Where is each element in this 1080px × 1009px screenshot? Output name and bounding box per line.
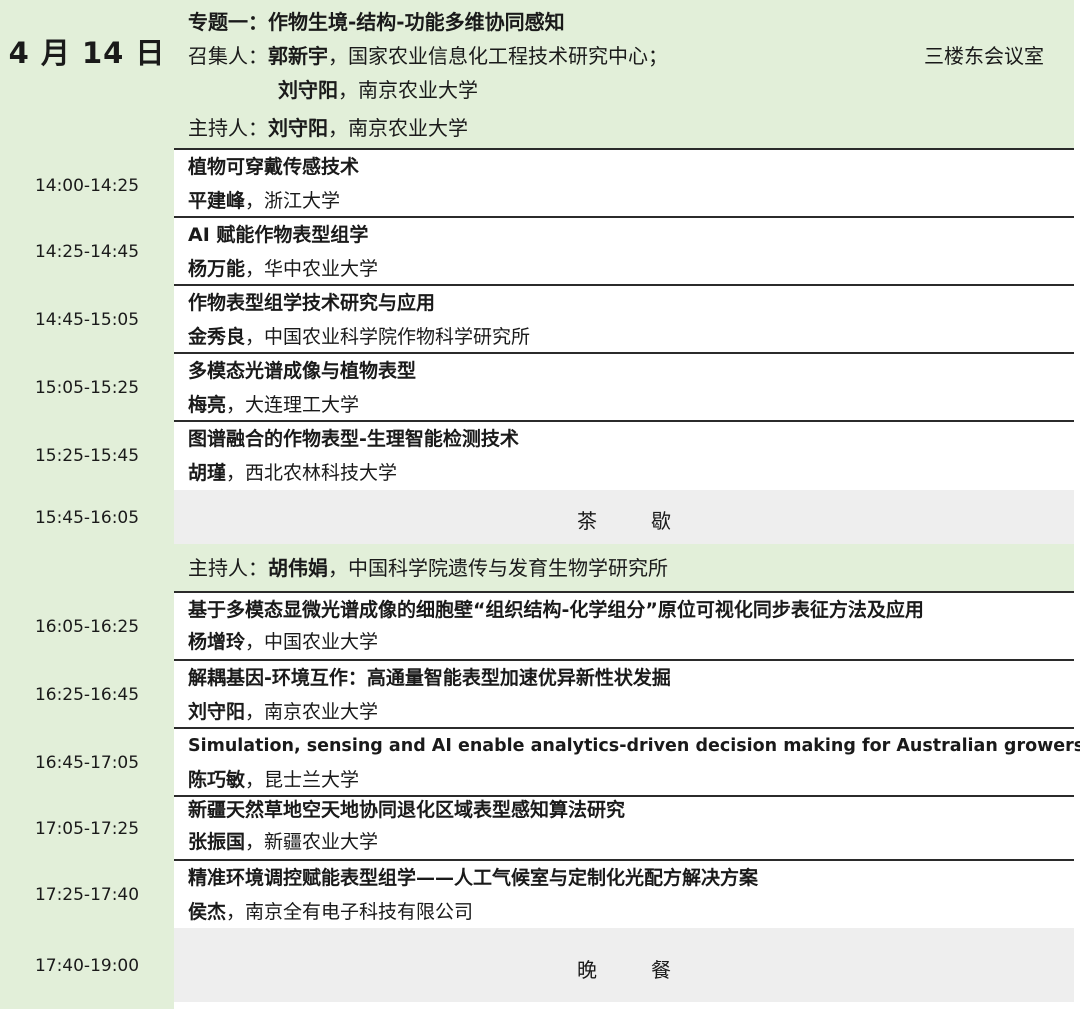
time-slot: 15:05-15:25	[34, 378, 140, 398]
dinner-label: 晚餐	[577, 958, 725, 982]
row-divider	[174, 148, 1074, 150]
time-column-background	[0, 0, 174, 1009]
dinner-band: 晚餐	[174, 928, 1074, 1002]
talk-title: 新疆天然草地空天地协同退化区域表型感知算法研究	[188, 799, 626, 821]
speaker-name: 张振国	[188, 831, 246, 853]
time-slot: 14:25-14:45	[34, 242, 140, 262]
time-slot: 14:00-14:25	[34, 176, 140, 196]
speaker-org: ，新疆农业大学	[245, 831, 379, 853]
talk-title: 图谱融合的作物表型-生理智能检测技术	[188, 428, 519, 450]
tea-break-band: 茶歇	[174, 490, 1074, 544]
speaker-org: ，华中农业大学	[245, 258, 379, 280]
speaker-line: 侯杰，南京全有电子科技有限公司	[188, 899, 473, 925]
host-org: ，南京农业大学	[328, 116, 468, 140]
row-divider	[174, 591, 1074, 593]
row-divider	[174, 420, 1074, 422]
speaker-name: 杨增玲	[188, 631, 246, 653]
talk-title: 作物表型组学技术研究与应用	[188, 292, 436, 314]
talk-title: Simulation, sensing and AI enable analyt…	[188, 736, 1080, 756]
speaker-org: ，中国农业大学	[245, 631, 379, 653]
time-slot: 17:40-19:00	[34, 956, 140, 976]
speaker-name: 平建峰	[188, 190, 246, 212]
talk-title: AI 赋能作物表型组学	[188, 224, 369, 246]
host-org: ，中国科学院遗传与发育生物学研究所	[328, 556, 668, 580]
speaker-org: ，南京全有电子科技有限公司	[226, 901, 474, 923]
speaker-name: 侯杰	[188, 901, 227, 923]
speaker-line: 刘守阳，南京农业大学	[188, 699, 378, 725]
row-divider	[174, 859, 1074, 861]
time-slot: 17:25-17:40	[34, 885, 140, 905]
host-label: 主持人：	[188, 556, 268, 580]
time-slot: 16:05-16:25	[34, 617, 140, 637]
time-slot: 16:25-16:45	[34, 685, 140, 705]
host-label: 主持人：	[188, 116, 268, 140]
convener-org: ，国家农业信息化工程技术研究中心；	[328, 44, 668, 68]
convener-name: 刘守阳	[278, 78, 338, 102]
convener-line-2: 刘守阳，南京农业大学	[278, 76, 478, 104]
convener-label: 召集人：	[188, 44, 268, 68]
convener-line-1: 召集人：郭新宇，国家农业信息化工程技术研究中心；	[188, 42, 668, 70]
talk-title: 精准环境调控赋能表型组学——人工气候室与定制化光配方解决方案	[188, 867, 759, 889]
speaker-name: 陈巧敏	[188, 769, 246, 791]
talk-title: 基于多模态显微光谱成像的细胞壁“组织结构-化学组分”原位可视化同步表征方法及应用	[188, 599, 924, 621]
speaker-org: ，西北农林科技大学	[226, 462, 398, 484]
time-slot: 14:45-15:05	[34, 310, 140, 330]
time-slot: 15:25-15:45	[34, 446, 140, 466]
room-label: 三楼东会议室	[924, 44, 1044, 68]
time-slot: 17:05-17:25	[34, 819, 140, 839]
session-title: 专题一：作物生境-结构-功能多维协同感知	[188, 10, 565, 34]
talk-title: 解耦基因-环境互作：高通量智能表型加速优异新性状发掘	[188, 667, 671, 689]
speaker-name: 杨万能	[188, 258, 246, 280]
speaker-name: 胡瑾	[188, 462, 227, 484]
host-line: 主持人：刘守阳，南京农业大学	[188, 114, 468, 142]
speaker-line: 陈巧敏，昆士兰大学	[188, 767, 359, 793]
row-divider	[174, 659, 1074, 661]
talk-title: 植物可穿戴传感技术	[188, 156, 360, 178]
time-slot: 15:45-16:05	[34, 508, 140, 528]
host-name: 胡伟娟	[268, 556, 328, 580]
speaker-line: 杨万能，华中农业大学	[188, 256, 378, 282]
speaker-name: 刘守阳	[188, 701, 246, 723]
speaker-line: 金秀良，中国农业科学院作物科学研究所	[188, 324, 530, 350]
talk-title: 多模态光谱成像与植物表型	[188, 360, 417, 382]
speaker-org: ，浙江大学	[245, 190, 341, 212]
speaker-org: ，大连理工大学	[226, 394, 360, 416]
row-divider	[174, 216, 1074, 218]
convener-name: 郭新宇	[268, 44, 328, 68]
speaker-name: 梅亮	[188, 394, 227, 416]
speaker-org: ，昆士兰大学	[245, 769, 360, 791]
speaker-name: 金秀良	[188, 326, 246, 348]
speaker-line: 梅亮，大连理工大学	[188, 392, 359, 418]
time-slot: 16:45-17:05	[34, 753, 140, 773]
speaker-line: 张振国，新疆农业大学	[188, 829, 378, 855]
speaker-line: 胡瑾，西北农林科技大学	[188, 460, 397, 486]
convener-org: ，南京农业大学	[338, 78, 478, 102]
tea-break-label: 茶歇	[577, 509, 725, 533]
row-divider	[174, 727, 1074, 729]
speaker-line: 杨增玲，中国农业大学	[188, 629, 378, 655]
session-date: 4 月 14 日	[8, 36, 166, 70]
row-divider	[174, 352, 1074, 354]
speaker-org: ，南京农业大学	[245, 701, 379, 723]
row-divider	[174, 284, 1074, 286]
speaker-line: 平建峰，浙江大学	[188, 188, 340, 214]
host-line: 主持人：胡伟娟，中国科学院遗传与发育生物学研究所	[188, 554, 668, 582]
speaker-org: ，中国农业科学院作物科学研究所	[245, 326, 531, 348]
host-name: 刘守阳	[268, 116, 328, 140]
